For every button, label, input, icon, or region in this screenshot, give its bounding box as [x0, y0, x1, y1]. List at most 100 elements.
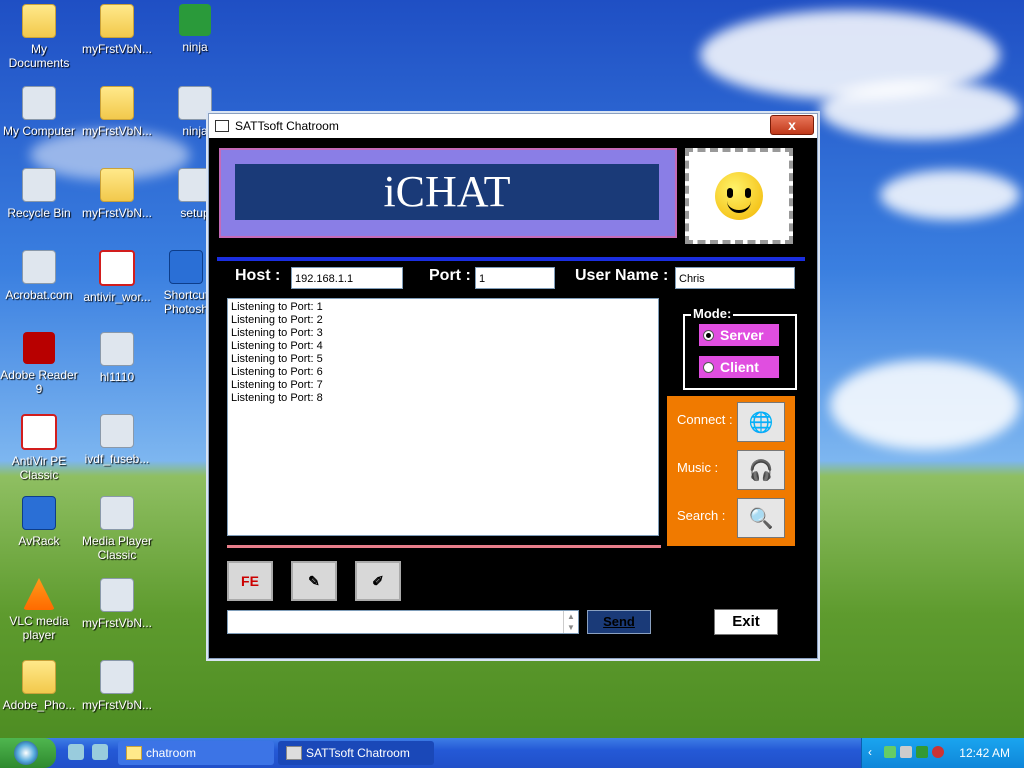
chat-log[interactable]: Listening to Port: 1 Listening to Port: …: [227, 298, 659, 536]
tray-icon[interactable]: [900, 746, 912, 758]
mode-group: Mode: Server Client: [683, 306, 797, 390]
port-label: Port :: [429, 267, 471, 284]
pen-icon: ✎: [308, 572, 320, 589]
taskbar: chatroom SATTsoft Chatroom ‹ 12:42 AM: [0, 738, 1024, 768]
computer-icon: [22, 86, 56, 120]
app-icon: [100, 660, 134, 694]
system-tray: ‹ 12:42 AM: [861, 738, 1024, 768]
port-field[interactable]: 1: [475, 267, 555, 289]
divider: [227, 545, 661, 548]
log-line: Listening to Port: 2: [231, 314, 323, 326]
close-button[interactable]: x: [770, 115, 814, 135]
log-line: Listening to Port: 1: [231, 301, 323, 313]
desktop-icon-ivdf[interactable]: ivdf_fuseb...: [78, 414, 156, 466]
recycle-bin-icon: [22, 168, 56, 202]
log-line: Listening to Port: 6: [231, 366, 323, 378]
exit-button[interactable]: Exit: [714, 609, 778, 635]
search-label: Search :: [677, 508, 726, 523]
desktop-icon-myfrstvbn[interactable]: myFrstVbN...: [78, 4, 156, 56]
mode-title: Mode:: [691, 306, 734, 321]
antivir-icon: [21, 414, 57, 450]
photoshop-icon: [169, 250, 203, 284]
radio-icon: [703, 362, 714, 373]
title-bar[interactable]: SATTsoft Chatroom x: [209, 114, 817, 138]
message-input[interactable]: ▲ ▼: [227, 610, 579, 634]
desktop-icon-my-documents[interactable]: My Documents: [0, 4, 78, 70]
globe-icon: 🌐: [748, 411, 774, 434]
user-name-label: User Name :: [575, 267, 669, 284]
smiley-icon: [715, 172, 763, 220]
quick-launch-icon[interactable]: [92, 744, 108, 760]
desktop-icon-hl1110[interactable]: hl1110: [78, 332, 156, 384]
desktop-icon-acrobat[interactable]: Acrobat.com: [0, 250, 78, 302]
printer-icon: [100, 332, 134, 366]
banner-title: iCHAT: [235, 164, 659, 220]
tray-icon[interactable]: [916, 746, 928, 758]
client-radio[interactable]: Client: [699, 356, 779, 378]
desktop-icon-myfrstvbn[interactable]: myFrstVbN...: [78, 168, 156, 220]
send-button[interactable]: Send: [587, 610, 651, 634]
start-button[interactable]: [0, 738, 56, 768]
desktop-icon-adobe-pho[interactable]: Adobe_Pho...: [0, 660, 78, 712]
desktop-icon-antivir-pe[interactable]: AntiVir PE Classic: [0, 414, 78, 482]
desktop-icon-ninja[interactable]: ninja: [156, 4, 234, 54]
desktop-icon-adobe-reader[interactable]: Adobe Reader 9: [0, 332, 78, 396]
edit-button[interactable]: ✎: [291, 561, 337, 601]
user-name-field[interactable]: Chris: [675, 267, 795, 289]
banner: iCHAT: [219, 148, 677, 238]
clock[interactable]: 12:42 AM: [959, 738, 1010, 768]
connect-button[interactable]: 🌐: [737, 402, 785, 442]
host-field[interactable]: 192.168.1.1: [291, 267, 403, 289]
log-line: Listening to Port: 5: [231, 353, 323, 365]
setup-icon: [178, 168, 212, 202]
acrobat-icon: [22, 250, 56, 284]
folder-icon: [100, 4, 134, 38]
host-label: Host :: [235, 267, 281, 284]
chevron-left-icon[interactable]: ‹: [868, 745, 880, 759]
log-line: Listening to Port: 8: [231, 392, 323, 404]
folder-icon: [22, 660, 56, 694]
server-radio[interactable]: Server: [699, 324, 779, 346]
draw-button[interactable]: ✐: [355, 561, 401, 601]
adobe-reader-icon: [23, 332, 55, 364]
desktop-icon-vlc[interactable]: VLC media player: [0, 578, 78, 642]
folder-icon: [100, 168, 134, 202]
action-panel: Connect : 🌐 Music : 🎧 Search : 🔍: [667, 396, 795, 546]
vlc-icon: [23, 578, 55, 610]
avatar: [685, 148, 793, 244]
chatroom-window: SATTsoft Chatroom x iCHAT Host : 192.168…: [208, 113, 818, 659]
shield-icon[interactable]: [932, 746, 944, 758]
headset-icon: 🎧: [748, 459, 774, 482]
log-line: Listening to Port: 4: [231, 340, 323, 352]
ie-icon[interactable]: [68, 744, 84, 760]
search-button[interactable]: 🔍: [737, 498, 785, 538]
desktop-icon-avrack[interactable]: AvRack: [0, 496, 78, 548]
radio-selected-icon: [703, 330, 714, 341]
network-icon[interactable]: [884, 746, 896, 758]
archive-icon: [100, 414, 134, 448]
app-icon: [100, 578, 134, 612]
magnifier-icon: 🔍: [748, 507, 774, 530]
window-icon: [286, 746, 302, 760]
log-line: Listening to Port: 3: [231, 327, 323, 339]
desktop-icon-antivir-wor[interactable]: antivir_wor...: [78, 250, 156, 304]
desktop-icon-media-player-classic[interactable]: Media Player Classic: [78, 496, 156, 562]
desktop-icon-myfrstvbn-exe[interactable]: myFrstVbN...: [78, 660, 156, 712]
brush-icon: ✐: [372, 572, 384, 589]
desktop-icon-photoshop[interactable]: Shortcut Photosh: [156, 250, 216, 316]
document-icon: [178, 86, 212, 120]
antivir-icon: [99, 250, 135, 286]
task-sattsoft-chatroom[interactable]: SATTsoft Chatroom: [278, 741, 434, 765]
desktop-icon-my-computer[interactable]: My Computer: [0, 86, 78, 138]
desktop-icon-myfrstvbn-exe[interactable]: myFrstVbN...: [78, 578, 156, 630]
folder-icon: [126, 746, 142, 760]
log-line: Listening to Port: 7: [231, 379, 323, 391]
music-button[interactable]: 🎧: [737, 450, 785, 490]
folder-icon: [100, 86, 134, 120]
window-icon: [215, 120, 229, 132]
desktop-icon-myfrstvbn[interactable]: myFrstVbN...: [78, 86, 156, 138]
scroll-arrows-icon[interactable]: ▲ ▼: [563, 611, 578, 633]
task-chatroom[interactable]: chatroom: [118, 741, 274, 765]
desktop-icon-recycle-bin[interactable]: Recycle Bin: [0, 168, 78, 220]
font-button[interactable]: FE: [227, 561, 273, 601]
